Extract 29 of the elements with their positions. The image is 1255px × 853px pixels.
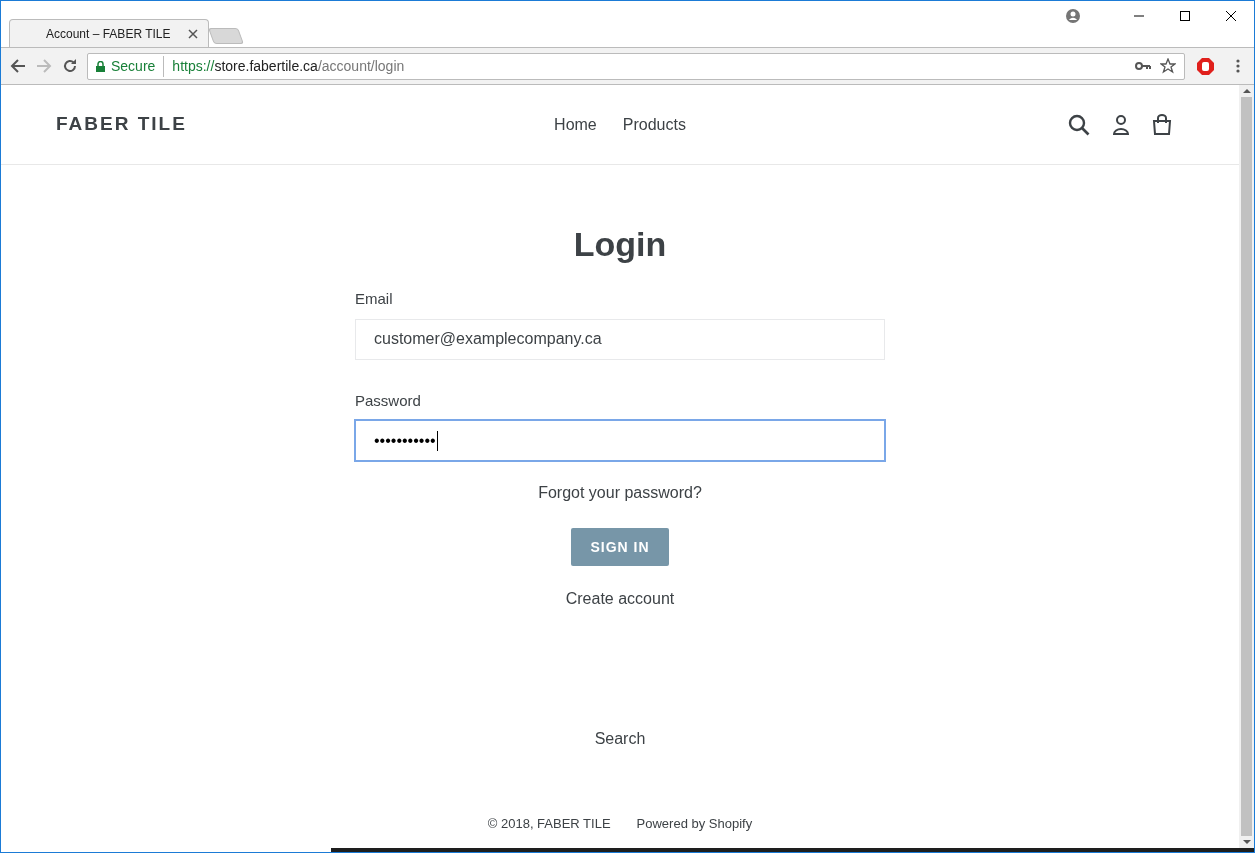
lock-icon bbox=[96, 60, 105, 72]
copyright-text: © 2018, FABER TILE bbox=[487, 815, 611, 833]
profile-icon[interactable] bbox=[1066, 9, 1080, 23]
scrollbar[interactable] bbox=[1239, 85, 1254, 848]
secure-label: Secure bbox=[111, 55, 165, 77]
reload-icon[interactable] bbox=[61, 57, 79, 75]
field-label: Email bbox=[355, 289, 394, 309]
url-text: https://store.fabertile.ca/account/login bbox=[172, 56, 405, 76]
person-icon[interactable] bbox=[1112, 113, 1130, 136]
footer-link[interactable]: Search bbox=[594, 730, 646, 747]
field-label: Password bbox=[355, 390, 422, 411]
create-account-link[interactable]: Create account bbox=[565, 587, 675, 611]
nav-link[interactable]: Home bbox=[554, 112, 597, 137]
input-field[interactable]: ••••••••••• bbox=[355, 420, 885, 461]
browser-tab[interactable]: Account – FABER TILE bbox=[9, 19, 209, 47]
address-bar[interactable]: Secure https://store.fabertile.ca/account/login bbox=[87, 52, 1185, 80]
page-title: Login bbox=[573, 224, 667, 265]
close-tab-icon[interactable] bbox=[188, 28, 198, 39]
search-icon[interactable] bbox=[1068, 113, 1090, 136]
nav-link[interactable]: Products bbox=[622, 112, 686, 137]
store-logo[interactable]: FABER TILE bbox=[56, 110, 356, 139]
key-icon[interactable] bbox=[1135, 61, 1151, 71]
tab-title: Account – FABER TILE bbox=[46, 25, 172, 43]
star-icon[interactable] bbox=[1160, 58, 1176, 74]
input-field[interactable]: customer@examplecompany.ca bbox=[355, 318, 885, 360]
back-icon[interactable] bbox=[9, 57, 27, 75]
shopping-bag-icon[interactable] bbox=[1152, 113, 1172, 136]
powered-by-link[interactable]: Powered by Shopify bbox=[636, 814, 753, 834]
forgot-password-link[interactable]: Forgot your password? bbox=[538, 481, 702, 505]
